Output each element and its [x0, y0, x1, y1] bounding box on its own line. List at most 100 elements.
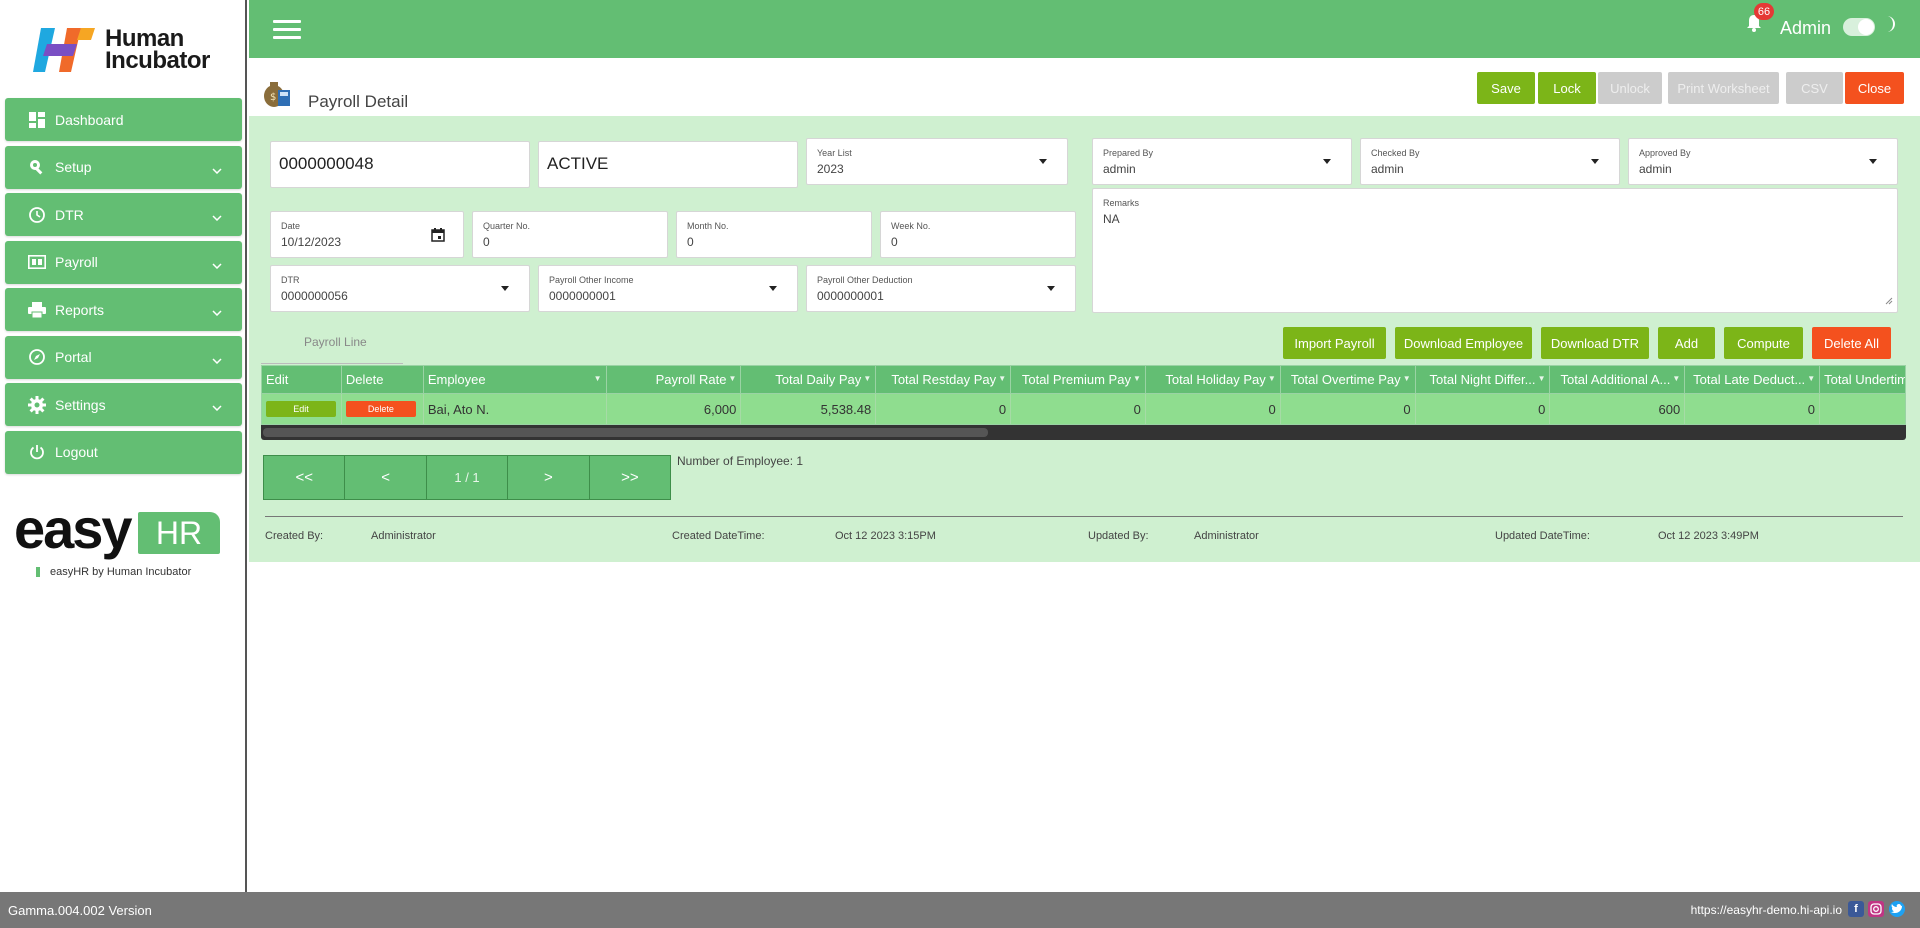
- other-deduction-select[interactable]: Payroll Other Deduction 0000000001: [806, 265, 1076, 312]
- filter-icon[interactable]: ▼: [594, 374, 602, 383]
- lock-button[interactable]: Lock: [1538, 72, 1596, 104]
- human-incubator-logo[interactable]: Human Incubator: [33, 22, 223, 78]
- site-link[interactable]: https://easyhr-demo.hi-api.io: [1691, 903, 1842, 917]
- next-page-button[interactable]: >: [508, 456, 590, 499]
- svg-text:$: $: [270, 92, 276, 103]
- daily-pay-cell: 5,538.48: [741, 394, 877, 424]
- theme-toggle[interactable]: [1843, 18, 1875, 36]
- import-payroll-button[interactable]: Import Payroll: [1283, 327, 1386, 359]
- year-list-select[interactable]: Year List 2023: [806, 138, 1068, 185]
- filter-icon[interactable]: ▼: [1403, 374, 1411, 383]
- download-dtr-button[interactable]: Download DTR: [1541, 327, 1649, 359]
- csv-button[interactable]: CSV: [1786, 72, 1843, 104]
- column-header-payroll-rate[interactable]: Payroll Rate ▼: [607, 366, 742, 393]
- chevron-down-icon: [212, 161, 222, 177]
- filter-icon[interactable]: ▼: [1807, 374, 1815, 383]
- column-header-total-late-deduction[interactable]: Total Late Deduct... ▼: [1685, 366, 1821, 393]
- sidebar-item-settings[interactable]: Settings: [5, 383, 242, 426]
- sidebar-item-payroll[interactable]: Payroll: [5, 240, 242, 284]
- sidebar-nav: Dashboard Setup DTR Payroll Reports Port…: [5, 98, 242, 478]
- resize-handle-icon[interactable]: [1885, 293, 1893, 308]
- undertime-cell: [1820, 394, 1905, 424]
- unlock-button[interactable]: Unlock: [1598, 72, 1662, 104]
- status-field[interactable]: ACTIVE: [538, 141, 798, 188]
- sidebar-item-portal[interactable]: Portal: [5, 335, 242, 379]
- remarks-textarea[interactable]: Remarks NA: [1092, 188, 1898, 313]
- column-header-total-daily-pay[interactable]: Total Daily Pay ▼: [741, 366, 877, 393]
- overtime-pay-cell: 0: [1281, 394, 1416, 424]
- other-income-select[interactable]: Payroll Other Income 0000000001: [538, 265, 798, 312]
- close-button[interactable]: Close: [1845, 72, 1904, 104]
- add-button[interactable]: Add: [1658, 327, 1715, 359]
- easyhr-tagline: easyHR by Human Incubator: [14, 566, 214, 578]
- divider: [265, 516, 1903, 517]
- pagination: << < 1 / 1 > >>: [263, 455, 671, 500]
- sidebar-item-label: Logout: [55, 444, 98, 460]
- month-number-field[interactable]: Month No. 0: [676, 211, 872, 258]
- tab-underline: [261, 363, 403, 364]
- version-text: Gamma.004.002 Version: [8, 903, 152, 918]
- filter-icon[interactable]: ▼: [1133, 374, 1141, 383]
- sidebar-item-reports[interactable]: Reports: [5, 288, 242, 331]
- payroll-icon: [27, 253, 47, 271]
- column-header-total-holiday-pay[interactable]: Total Holiday Pay ▼: [1146, 366, 1281, 393]
- late-deduction-cell: 0: [1685, 394, 1821, 424]
- facebook-icon[interactable]: f: [1848, 901, 1864, 917]
- filter-icon[interactable]: ▼: [1538, 374, 1546, 383]
- instagram-icon[interactable]: [1868, 901, 1884, 917]
- sidebar-item-dtr[interactable]: DTR: [5, 193, 242, 236]
- quarter-number-field[interactable]: Quarter No. 0: [472, 211, 668, 258]
- filter-icon[interactable]: ▼: [1672, 374, 1680, 383]
- print-worksheet-button[interactable]: Print Worksheet: [1668, 72, 1779, 104]
- prepared-by-select[interactable]: Prepared By admin: [1092, 138, 1352, 185]
- twitter-icon[interactable]: [1889, 901, 1905, 917]
- column-header-total-undertime[interactable]: Total Undertim: [1820, 366, 1905, 393]
- hr-wordmark: HR: [138, 512, 220, 554]
- updated-by-label: Updated By:: [1088, 530, 1149, 542]
- column-header-total-overtime-pay[interactable]: Total Overtime Pay ▼: [1281, 366, 1416, 393]
- scrollbar-thumb[interactable]: [263, 428, 988, 437]
- last-page-button[interactable]: >>: [589, 456, 671, 499]
- filter-icon[interactable]: ▼: [998, 374, 1006, 383]
- approved-by-select[interactable]: Approved By admin: [1628, 138, 1898, 185]
- download-employee-button[interactable]: Download Employee: [1395, 327, 1532, 359]
- sidebar-item-logout[interactable]: Logout: [5, 430, 242, 474]
- updated-by-value: Administrator: [1194, 530, 1259, 542]
- save-button[interactable]: Save: [1477, 72, 1535, 104]
- column-header-total-restday-pay[interactable]: Total Restday Pay ▼: [876, 366, 1012, 393]
- column-header-delete[interactable]: Delete: [342, 366, 424, 393]
- hamburger-menu-icon[interactable]: [273, 20, 301, 40]
- column-header-total-night-differential[interactable]: Total Night Differ... ▼: [1416, 366, 1551, 393]
- column-header-edit[interactable]: Edit: [262, 366, 342, 393]
- column-header-employee[interactable]: Employee ▼: [424, 366, 607, 393]
- week-number-field[interactable]: Week No. 0: [880, 211, 1076, 258]
- date-field[interactable]: Date 10/12/2023: [270, 211, 464, 258]
- calendar-icon[interactable]: [431, 228, 445, 245]
- sidebar-item-dashboard[interactable]: Dashboard: [5, 98, 242, 141]
- status-bar: Gamma.004.002 Version https://easyhr-dem…: [0, 892, 1920, 928]
- column-header-total-additional[interactable]: Total Additional A... ▼: [1550, 366, 1686, 393]
- row-edit-button[interactable]: Edit: [266, 401, 336, 417]
- first-page-button[interactable]: <<: [264, 456, 346, 499]
- filter-icon[interactable]: ▼: [863, 374, 871, 383]
- tab-payroll-line[interactable]: Payroll Line: [304, 335, 367, 349]
- power-icon: [27, 443, 47, 461]
- row-delete-button[interactable]: Delete: [345, 401, 416, 417]
- compute-button[interactable]: Compute: [1724, 327, 1803, 359]
- payroll-number-field[interactable]: 0000000048: [270, 141, 530, 188]
- column-header-total-premium-pay[interactable]: Total Premium Pay ▼: [1011, 366, 1146, 393]
- created-by-label: Created By:: [265, 530, 324, 542]
- sidebar-item-setup[interactable]: Setup: [5, 145, 242, 189]
- user-name[interactable]: Admin: [1780, 18, 1831, 39]
- sidebar-item-label: Settings: [55, 396, 106, 413]
- payroll-line-table: Edit Delete Employee ▼ Payroll Rate ▼ Tota…: [261, 365, 1906, 440]
- delete-all-button[interactable]: Delete All: [1812, 327, 1891, 359]
- filter-icon[interactable]: ▼: [1268, 374, 1276, 383]
- dtr-select[interactable]: DTR 0000000056: [270, 265, 530, 312]
- checked-by-select[interactable]: Checked By admin: [1360, 138, 1620, 185]
- restday-pay-cell: 0: [876, 394, 1012, 424]
- sidebar-item-label: Reports: [55, 301, 105, 318]
- prev-page-button[interactable]: <: [345, 456, 427, 499]
- horizontal-scrollbar[interactable]: [261, 425, 1906, 440]
- filter-icon[interactable]: ▼: [729, 374, 737, 383]
